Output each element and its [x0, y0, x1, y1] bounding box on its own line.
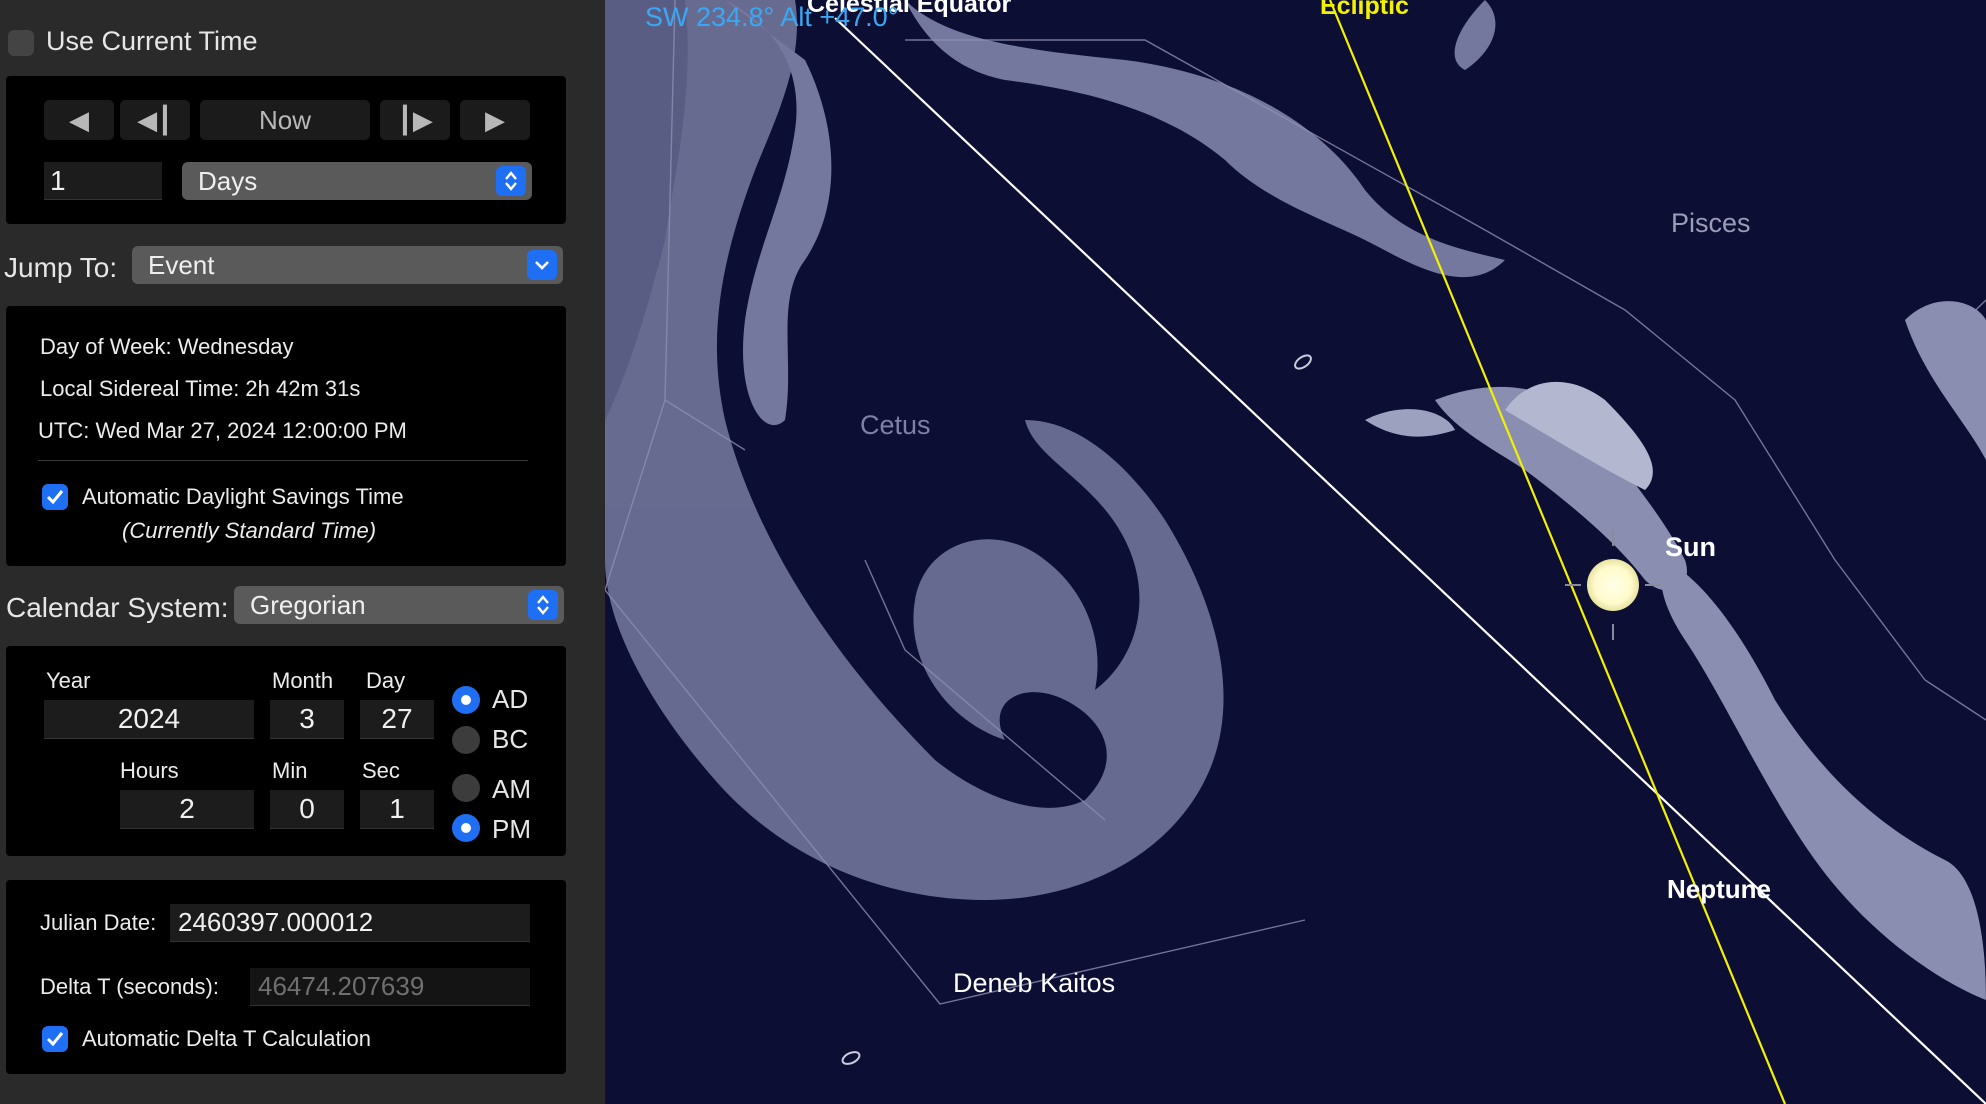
jump-to-label: Jump To:	[4, 252, 118, 283]
day-of-week-text: Day of Week: Wednesday	[40, 334, 294, 359]
calendar-system-select[interactable]: Gregorian	[234, 586, 564, 624]
min-value: 0	[299, 793, 315, 824]
sidereal-time-text: Local Sidereal Time: 2h 42m 31s	[40, 376, 361, 401]
step-back-button[interactable]: ◀┃	[120, 100, 190, 140]
sky-chart-canvas	[605, 0, 1986, 1104]
step-unit-value: Days	[198, 165, 258, 196]
divider	[38, 460, 528, 461]
dst-label: Automatic Daylight Savings Time	[82, 484, 404, 509]
day-label: Day	[366, 668, 406, 693]
min-label: Min	[272, 758, 308, 783]
calendar-system-label: Calendar System:	[6, 592, 229, 623]
julian-date-box: Julian Date: 2460397.000012 Delta T (sec…	[6, 880, 566, 1074]
utc-text: UTC: Wed Mar 27, 2024 12:00:00 PM	[38, 418, 407, 443]
bc-radio[interactable]	[452, 726, 480, 754]
delta-t-value: 46474.207639	[258, 971, 425, 1001]
back-fast-button[interactable]: ◀	[44, 100, 114, 140]
hours-value: 2	[179, 793, 195, 824]
date-entry-box: Year Month Day 2024 3 27 Hours Min Sec 2…	[6, 646, 566, 856]
day-input[interactable]: 27	[360, 700, 434, 739]
step-forward-icon: ┃▶	[397, 104, 433, 135]
calendar-system-value: Gregorian	[250, 589, 366, 620]
now-button[interactable]: Now	[200, 100, 370, 140]
am-label: AM	[492, 774, 531, 804]
min-input[interactable]: 0	[270, 790, 344, 829]
chevron-down-icon	[527, 250, 557, 280]
pisces-label: Pisces	[1671, 208, 1751, 238]
use-current-time-label: Use Current Time	[46, 26, 258, 56]
hours-input[interactable]: 2	[120, 790, 254, 829]
checkmark-icon	[46, 490, 64, 505]
updown-arrows-icon	[496, 166, 526, 196]
jump-to-select[interactable]: Event	[132, 246, 563, 284]
now-button-label: Now	[258, 104, 311, 135]
sky-chart-view[interactable]: Celestial Equator SW 234.8° Alt +47.0° E…	[605, 0, 1986, 1104]
sun-label[interactable]: Sun	[1665, 532, 1716, 563]
neptune-label[interactable]: Neptune	[1667, 874, 1771, 905]
step-amount-input[interactable]: 1	[44, 162, 162, 200]
auto-delta-t-checkbox[interactable]	[42, 1026, 68, 1052]
month-input[interactable]: 3	[270, 700, 344, 739]
forward-fast-button[interactable]: ▶	[460, 100, 530, 140]
sec-label: Sec	[362, 758, 400, 783]
month-label: Month	[272, 668, 334, 693]
dst-checkbox[interactable]	[42, 484, 68, 510]
galaxy-marker[interactable]	[841, 1050, 862, 1067]
triangle-right-icon: ▶	[485, 104, 505, 135]
day-value: 27	[381, 703, 413, 734]
bc-label: BC	[492, 724, 529, 754]
use-current-time-checkbox[interactable]	[8, 30, 34, 56]
delta-t-label: Delta T (seconds):	[40, 974, 219, 999]
month-value: 3	[299, 703, 315, 734]
year-input[interactable]: 2024	[44, 700, 254, 739]
ecliptic-label: Ecliptic	[1320, 0, 1409, 20]
triangle-left-icon: ◀	[69, 104, 89, 135]
galaxy-marker[interactable]	[1293, 353, 1313, 372]
cetus-label: Cetus	[860, 410, 931, 440]
sec-value: 1	[389, 793, 405, 824]
updown-arrows-icon	[528, 590, 558, 620]
am-radio[interactable]	[452, 774, 480, 802]
delta-t-input: 46474.207639	[250, 968, 530, 1006]
ad-radio[interactable]	[452, 686, 480, 714]
time-control-panel: Use Current Time ◀ ◀┃ Now ┃▶ ▶ 1 Days Ju…	[0, 0, 605, 1104]
hours-label: Hours	[120, 758, 179, 783]
time-navigation-box: ◀ ◀┃ Now ┃▶ ▶ 1 Days	[6, 76, 566, 224]
checkmark-icon	[46, 1032, 64, 1047]
time-info-box: Day of Week: Wednesday Local Sidereal Ti…	[6, 306, 566, 566]
auto-delta-t-label: Automatic Delta T Calculation	[82, 1026, 371, 1051]
dst-note: (Currently Standard Time)	[122, 518, 377, 543]
pm-radio[interactable]	[452, 814, 480, 842]
year-value: 2024	[117, 703, 181, 734]
julian-date-value: 2460397.000012	[178, 907, 374, 937]
deneb-kaitos-label[interactable]: Deneb Kaitos	[953, 968, 1115, 999]
step-back-icon: ◀┃	[137, 104, 173, 135]
julian-date-input[interactable]: 2460397.000012	[170, 904, 530, 942]
sec-input[interactable]: 1	[360, 790, 434, 829]
step-unit-select[interactable]: Days	[182, 162, 532, 200]
jump-to-value: Event	[148, 249, 215, 280]
step-forward-button[interactable]: ┃▶	[380, 100, 450, 140]
altaz-readout: SW 234.8° Alt +47.0°	[645, 2, 899, 32]
pm-label: PM	[492, 814, 531, 844]
cetus-illustration	[605, 0, 1505, 900]
year-label: Year	[46, 668, 91, 693]
step-amount-value: 1	[50, 164, 66, 196]
ad-label: AD	[492, 684, 529, 714]
ecliptic-line	[1328, 0, 1787, 1104]
julian-date-label: Julian Date:	[40, 910, 157, 935]
